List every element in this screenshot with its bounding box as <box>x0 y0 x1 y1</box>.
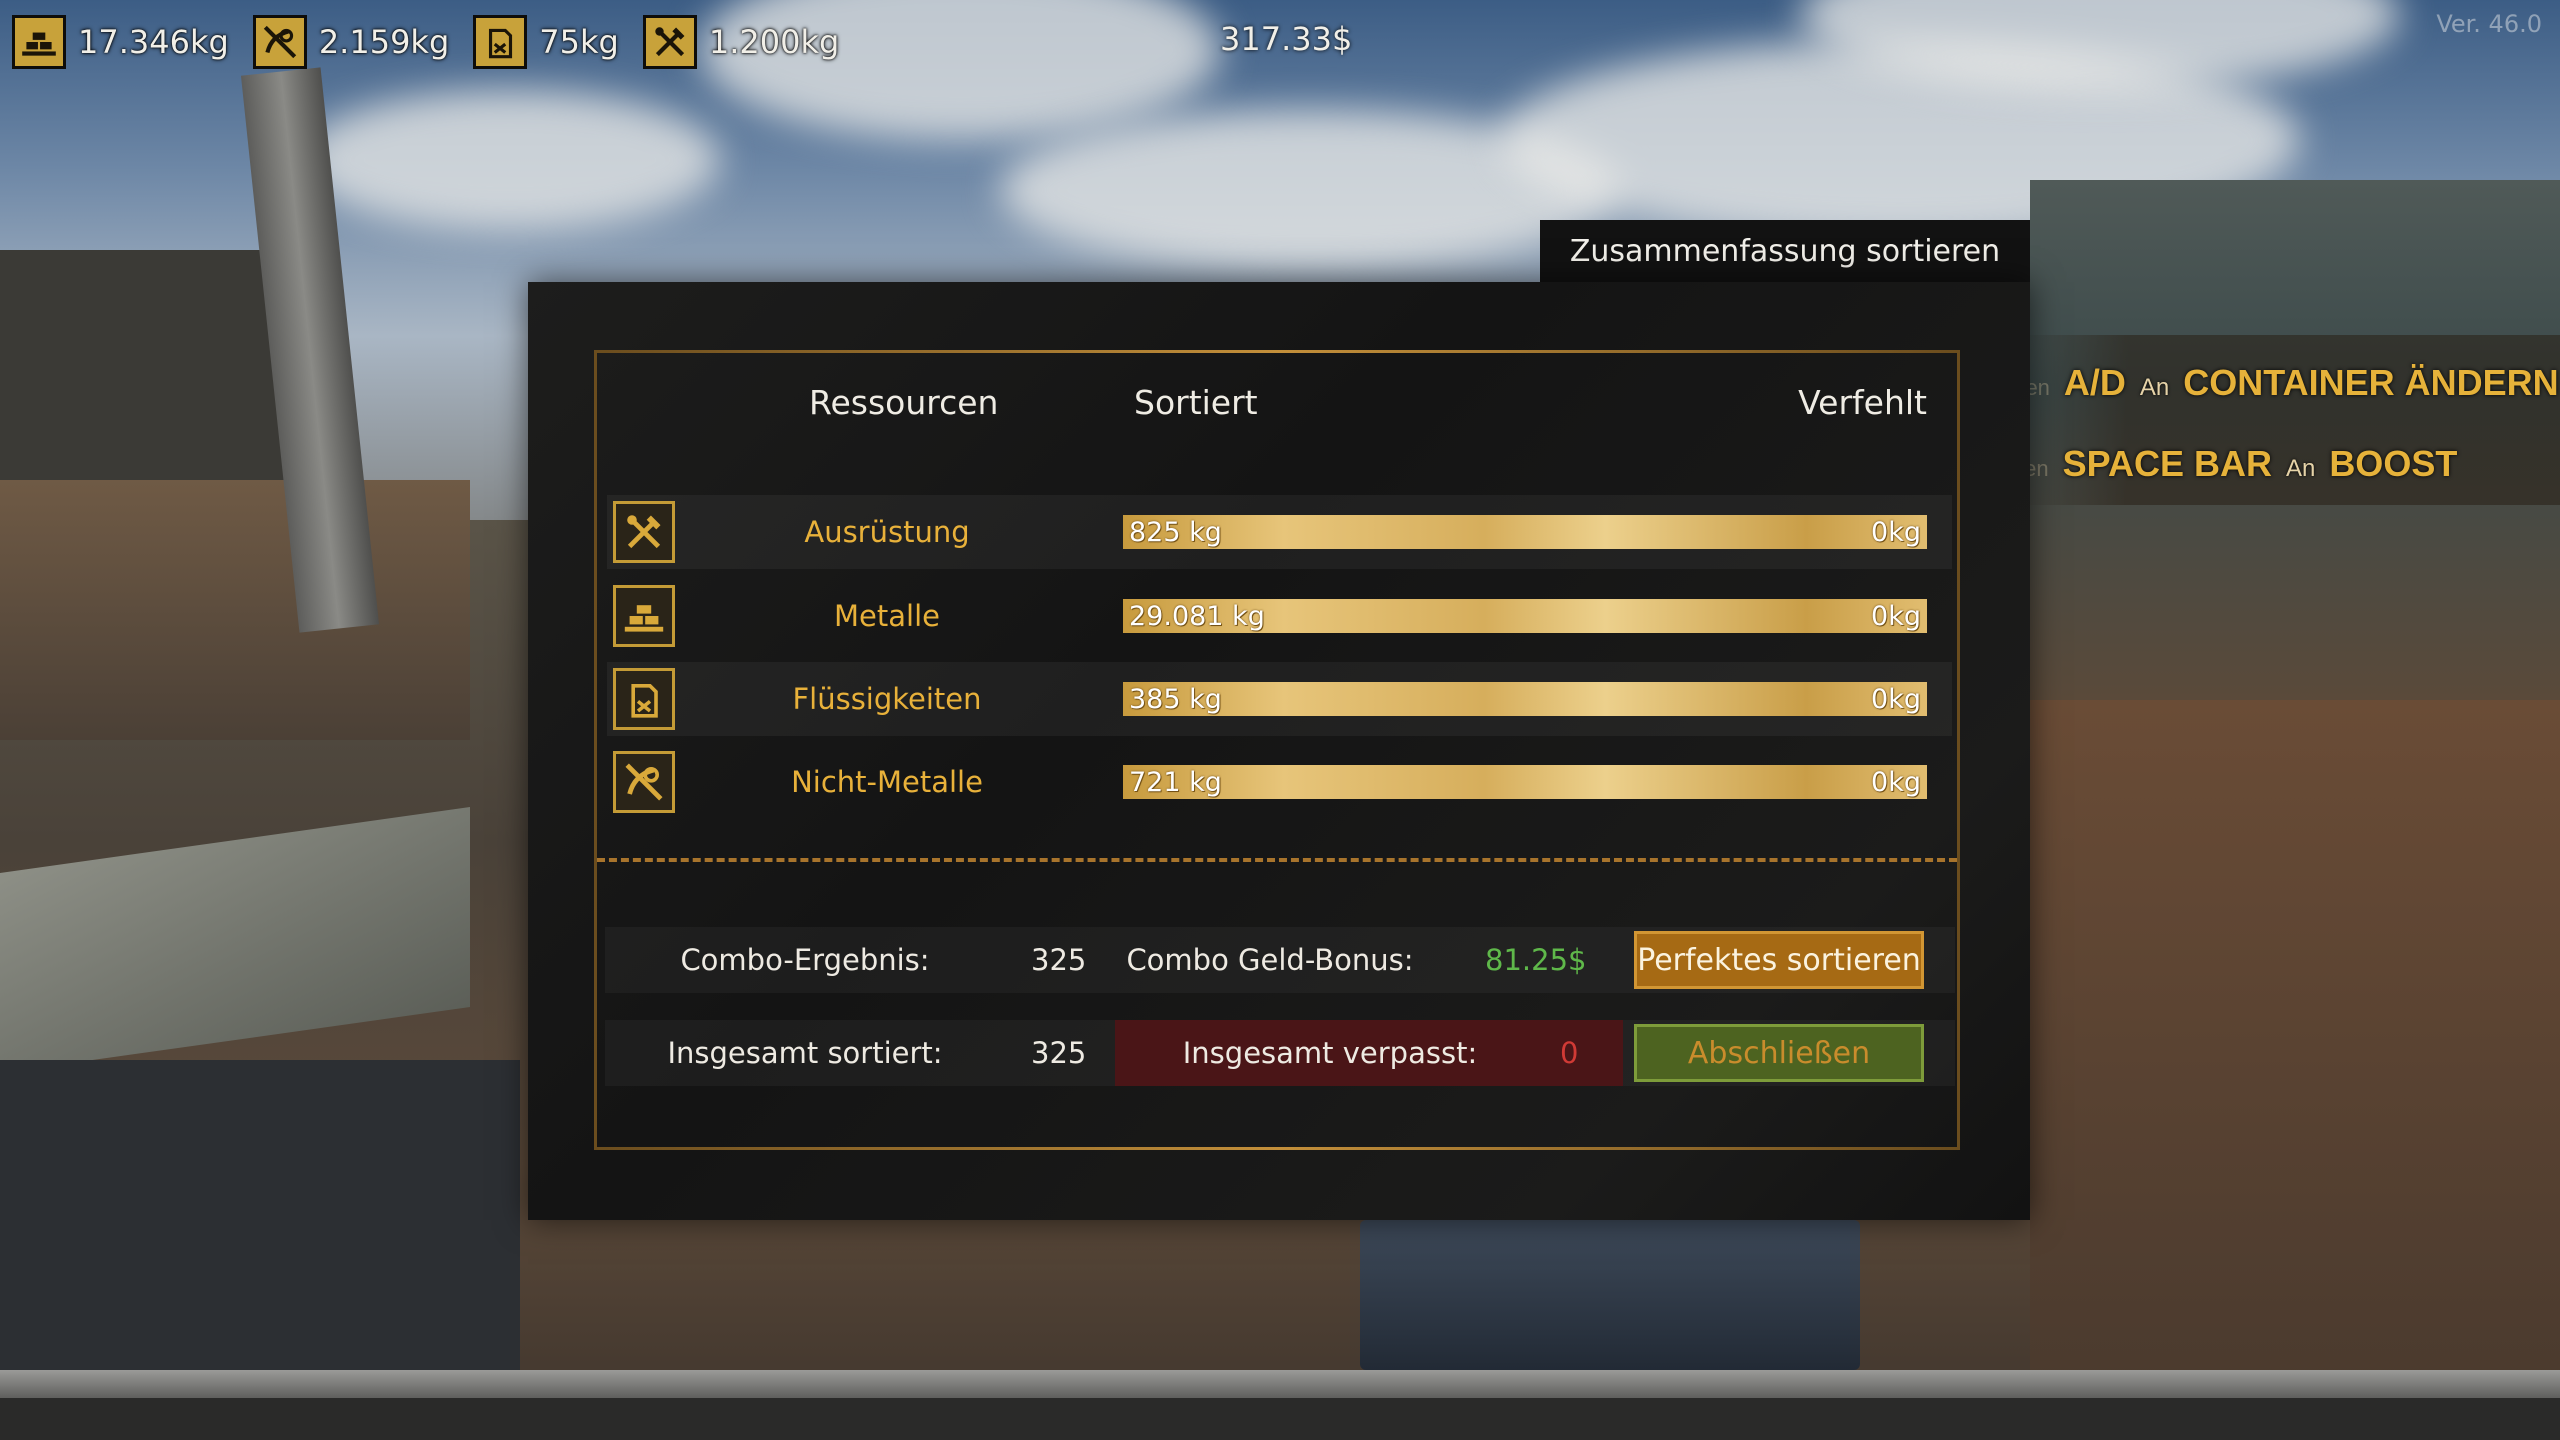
header-resources: Ressourcen <box>809 383 999 422</box>
combo-label: Combo-Ergebnis: <box>680 943 930 977</box>
sorted-bar: 825 kg 0kg <box>1123 515 1927 549</box>
money-display: 317.33$ <box>1220 20 1353 58</box>
hint-action: CONTAINER ÄNDERN <box>2183 362 2559 403</box>
railing <box>0 1370 2560 1400</box>
hud-non-metal-value: 2.159kg <box>318 23 450 61</box>
hud-liquid: 75kg <box>473 15 619 69</box>
resource-row-non-metals: Nicht-Metalle 721 kg 0kg <box>607 745 1952 819</box>
hint-change-container: Drücken A/D An CONTAINER ÄNDERN <box>1968 362 2559 404</box>
section-divider <box>597 858 1957 862</box>
sorted-amount: 825 kg <box>1129 516 1222 548</box>
resource-row-liquids: Flüssigkeiten 385 kg 0kg <box>607 662 1952 736</box>
liquid-canister-icon <box>473 15 528 69</box>
total-missed-label: Insgesamt verpasst: <box>1182 1036 1478 1070</box>
combo-row: Combo-Ergebnis: 325 Combo Geld-Bonus: 81… <box>605 927 1955 993</box>
railing-shadow <box>0 1398 2560 1440</box>
sorted-amount: 721 kg <box>1129 766 1222 798</box>
resource-name: Nicht-Metalle <box>791 765 983 799</box>
cloud <box>300 90 720 230</box>
sorted-bar: 385 kg 0kg <box>1123 682 1927 716</box>
hud-liquid-value: 75kg <box>539 23 619 61</box>
perfect-sort-button[interactable]: Perfektes sortieren <box>1634 931 1924 989</box>
hint-connector: An <box>2285 455 2316 482</box>
sort-summary-panel: Ressourcen Sortiert Verfehlt Ausrüstung … <box>528 282 2030 1220</box>
hud-metal-value: 17.346kg <box>78 23 229 61</box>
non-metal-icon <box>252 15 307 69</box>
combo-value: 325 <box>1031 943 1087 977</box>
missed-amount: 0kg <box>1871 683 1921 715</box>
hud-metal: 17.346kg <box>12 15 229 69</box>
total-sorted-value: 325 <box>1031 1036 1087 1070</box>
resource-name: Flüssigkeiten <box>792 682 982 716</box>
version-label: Ver. 46.0 <box>2436 10 2542 38</box>
missed-amount: 0kg <box>1871 600 1921 632</box>
total-sorted-label: Insgesamt sortiert: <box>667 1036 943 1070</box>
sorted-bar: 721 kg 0kg <box>1123 765 1927 799</box>
hint-connector: An <box>2139 374 2170 401</box>
metal-bars-icon <box>613 585 675 647</box>
summary-title: Zusammenfassung sortieren <box>1540 220 2030 282</box>
header-missed: Verfehlt <box>1798 383 1927 422</box>
liquid-canister-icon <box>613 668 675 730</box>
hud-tools: 1.200kg <box>642 15 840 69</box>
resource-name: Metalle <box>834 599 940 633</box>
non-metal-icon <box>613 751 675 813</box>
finish-button[interactable]: Abschließen <box>1634 1024 1924 1082</box>
hint-action: BOOST <box>2329 443 2458 484</box>
resource-hud: 17.346kg 2.159kg 75kg 1.200kg <box>12 14 839 70</box>
sorted-bar: 29.081 kg 0kg <box>1123 599 1927 633</box>
header-sorted: Sortiert <box>1134 383 1258 422</box>
shack <box>0 480 470 740</box>
summary-frame: Ressourcen Sortiert Verfehlt Ausrüstung … <box>594 350 1960 1150</box>
resource-row-equipment: Ausrüstung 825 kg 0kg <box>607 495 1952 569</box>
hint-key: A/D <box>2063 362 2126 403</box>
tools-icon <box>613 501 675 563</box>
resource-row-metals: Metalle 29.081 kg 0kg <box>607 579 1952 653</box>
hud-non-metal: 2.159kg <box>252 15 450 69</box>
hint-boost: Halten SPACE BAR An BOOST <box>1985 443 2457 485</box>
hint-key: SPACE BAR <box>2062 443 2272 484</box>
total-missed-value: 0 <box>1560 1036 1579 1070</box>
crates <box>0 1060 520 1400</box>
hud-tools-value: 1.200kg <box>708 23 840 61</box>
yard <box>2030 700 2560 1400</box>
bonus-label: Combo Geld-Bonus: <box>1126 943 1414 977</box>
resource-name: Ausrüstung <box>804 515 970 549</box>
missed-amount: 0kg <box>1871 516 1921 548</box>
sorted-amount: 385 kg <box>1129 683 1222 715</box>
missed-amount: 0kg <box>1871 766 1921 798</box>
tools-icon <box>642 15 697 69</box>
sorted-amount: 29.081 kg <box>1129 600 1265 632</box>
bonus-value: 81.25$ <box>1485 943 1587 977</box>
crane-arm <box>1360 1220 1860 1370</box>
totals-row: Insgesamt sortiert: 325 Insgesamt verpas… <box>605 1020 1955 1086</box>
metal-bars-icon <box>12 15 66 69</box>
